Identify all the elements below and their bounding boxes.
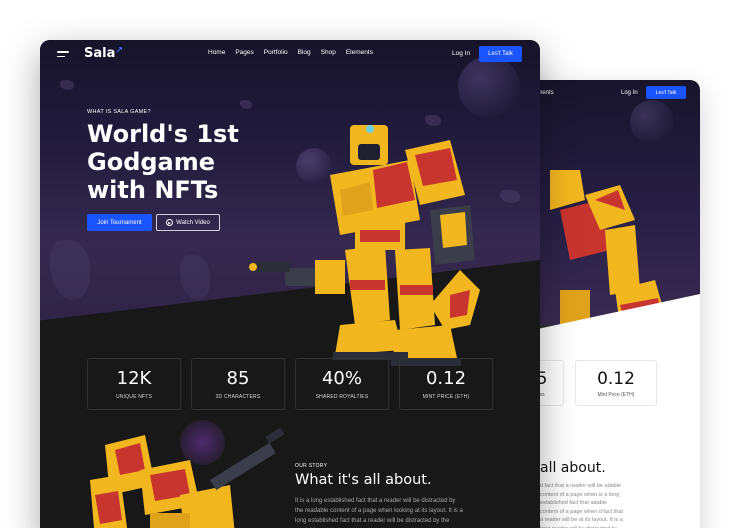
logo[interactable]: Sala↗ — [84, 46, 123, 61]
hero-title-line: World's 1st — [87, 120, 239, 148]
nav-link-home[interactable]: Home — [208, 49, 225, 56]
watch-video-label: Watch Video — [176, 219, 210, 226]
hero-title-line: with NFTs — [87, 176, 219, 204]
back-stat-label: Mint Price (ETH) — [597, 391, 635, 398]
watch-video-button[interactable]: ▶ Watch Video — [156, 214, 220, 231]
nav-links: Home Pages Portfolio Blog Shop Elements — [208, 49, 373, 56]
story-eyebrow: OUR STORY — [295, 463, 328, 469]
back-stat-value: 0.12 — [597, 368, 635, 389]
floating-rock — [60, 80, 74, 90]
stat-label: UNIQUE NFTS — [115, 394, 153, 400]
nav-link-pages[interactable]: Pages — [235, 49, 253, 56]
stat-value: 40% — [321, 368, 362, 389]
navbar: Sala↗ Home Pages Portfolio Blog Shop Ele… — [40, 40, 540, 68]
play-icon: ▶ — [166, 219, 174, 226]
stat-card: 85 3D CHARACTERS — [191, 358, 285, 410]
dark-theme-preview: Sala↗ Home Pages Portfolio Blog Shop Ele… — [40, 40, 540, 528]
back-section-title: all about. — [540, 460, 606, 476]
stat-value: 12K — [116, 368, 152, 389]
back-login-link[interactable]: Log In — [621, 90, 638, 96]
login-link[interactable]: Log In — [452, 50, 470, 57]
story-paragraph: It is a long established fact that a rea… — [295, 498, 463, 524]
stat-label: SHARED ROYALTIES — [315, 394, 369, 400]
hero-title-line: Godgame — [87, 148, 216, 176]
floating-rock — [240, 100, 252, 109]
nav-link-portfolio[interactable]: Portfolio — [264, 49, 288, 56]
logo-arrow-icon: ↗ — [115, 46, 123, 56]
stat-value: 85 — [226, 368, 250, 389]
stat-label: MINT PRICE (ETH) — [422, 394, 470, 400]
logo-text: Sala — [84, 46, 116, 61]
hero-eyebrow: WHAT IS SALA GAME? — [87, 109, 151, 115]
nav-link-blog[interactable]: Blog — [298, 49, 311, 56]
back-planet — [630, 100, 674, 144]
back-stat-card: 0.12 Mint Price (ETH) — [575, 360, 657, 406]
lets-talk-button[interactable]: Les't Talk — [479, 46, 522, 62]
stat-card: 12K UNIQUE NFTS — [87, 358, 181, 410]
nav-link-shop[interactable]: Shop — [321, 49, 336, 56]
stat-value: 0.12 — [425, 368, 467, 389]
second-robot-illustration — [90, 427, 285, 528]
join-tournament-button[interactable]: Join Tournament — [87, 214, 152, 231]
stat-card: 0.12 MINT PRICE (ETH) — [399, 358, 493, 410]
back-talk-button[interactable]: Les't Talk — [646, 86, 686, 99]
stat-card: 40% SHARED ROYALTIES — [295, 358, 389, 410]
robot-illustration — [249, 125, 480, 366]
hamburger-menu-icon[interactable] — [57, 51, 69, 58]
hero-title: World's 1st Godgame with NFTs — [87, 120, 247, 204]
back-section-paragraph: d fact that a reader will be adable cont… — [540, 483, 623, 528]
story-title: What it's all about. — [295, 472, 432, 488]
nav-link-elements[interactable]: Elements — [346, 49, 373, 56]
stat-label: 3D CHARACTERS — [215, 394, 261, 400]
back-stat-label: es — [539, 391, 545, 398]
